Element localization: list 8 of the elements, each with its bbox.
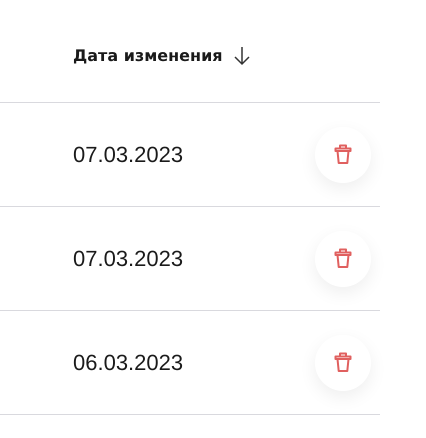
date-cell: 06.03.2023 — [73, 350, 184, 376]
trash-icon — [334, 144, 352, 165]
sort-arrow-icon[interactable] — [232, 44, 251, 66]
date-cell: 07.03.2023 — [73, 246, 184, 272]
date-cell: 07.03.2023 — [73, 142, 184, 168]
trash-icon — [334, 248, 352, 269]
trash-icon — [334, 352, 352, 373]
column-header[interactable]: Дата изменения — [73, 46, 223, 64]
